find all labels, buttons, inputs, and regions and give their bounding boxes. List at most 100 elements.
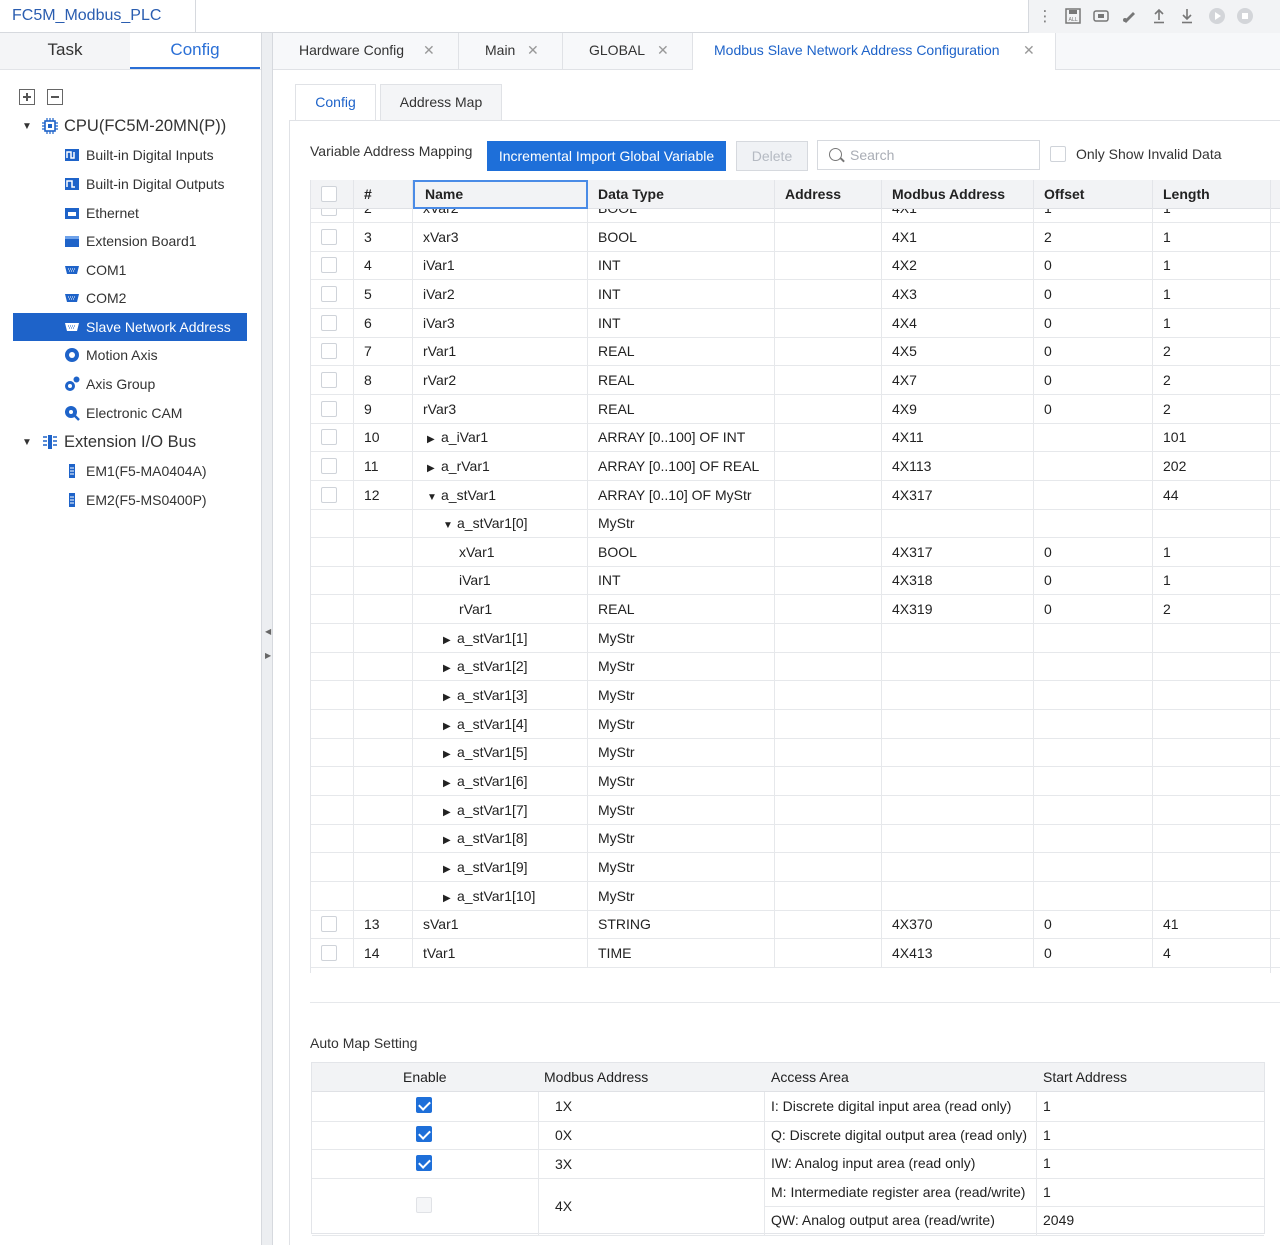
row-select-cell[interactable]: [311, 852, 354, 881]
row-checkbox[interactable]: [321, 457, 337, 474]
row-select-cell[interactable]: [311, 681, 354, 710]
tree-item-electronic-cam[interactable]: Electronic CAM: [64, 399, 182, 427]
row-select-cell[interactable]: [311, 537, 354, 566]
row-checkbox[interactable]: [321, 209, 337, 216]
caret-right-icon[interactable]: ▶: [443, 627, 457, 652]
row-checkbox[interactable]: [321, 429, 337, 446]
only-invalid-checkbox[interactable]: [1050, 146, 1066, 162]
row-checkbox[interactable]: [321, 228, 337, 245]
table-row[interactable]: 10 ▶ a_iVar1 ARRAY [0..100] OF INT 4X11 101: [311, 423, 1280, 453]
row-checkbox[interactable]: [321, 944, 337, 961]
row-select-cell[interactable]: [311, 709, 354, 738]
subtab-config[interactable]: Config: [295, 84, 376, 120]
expand-all-icon[interactable]: [19, 89, 35, 105]
caret-right-icon[interactable]: ▶: [427, 426, 441, 451]
tree-item-extension-board1[interactable]: Extension Board1: [64, 227, 197, 255]
enable-checkbox[interactable]: [416, 1097, 432, 1114]
row-select-cell[interactable]: [311, 938, 354, 967]
build-icon[interactable]: [1119, 6, 1139, 26]
caret-down-icon[interactable]: ▼: [427, 484, 441, 509]
row-select-cell[interactable]: [311, 308, 354, 337]
expand-right-icon[interactable]: ▶: [265, 651, 271, 660]
caret-down-icon[interactable]: ▼: [22, 121, 34, 132]
row-select-cell[interactable]: [311, 451, 354, 480]
row-select-cell[interactable]: [311, 209, 354, 222]
row-select-cell[interactable]: [311, 480, 354, 509]
header-offset[interactable]: Offset: [1034, 180, 1153, 209]
caret-right-icon[interactable]: ▶: [427, 455, 441, 480]
stop-icon[interactable]: [1235, 6, 1255, 26]
caret-right-icon[interactable]: ▶: [443, 770, 457, 795]
row-select-cell[interactable]: [311, 824, 354, 853]
row-checkbox[interactable]: [321, 371, 337, 388]
select-all-checkbox[interactable]: [321, 186, 337, 202]
row-select-cell[interactable]: [311, 767, 354, 795]
table-row[interactable]: 13 sVar1 STRING 4X370 0 41: [311, 910, 1280, 940]
start-address-cell[interactable]: 1: [1043, 1149, 1051, 1177]
header-name[interactable]: Name: [413, 180, 588, 209]
table-row[interactable]: 9 rVar3 REAL 4X9 0 2: [311, 394, 1280, 424]
caret-right-icon[interactable]: ▶: [443, 713, 457, 738]
row-checkbox[interactable]: [321, 916, 337, 933]
row-checkbox[interactable]: [321, 486, 337, 503]
caret-down-icon[interactable]: ▼: [22, 437, 34, 448]
start-address-cell[interactable]: 2049: [1043, 1206, 1074, 1234]
tree-item-builtin-outputs[interactable]: Built-in Digital Outputs: [64, 170, 225, 198]
caret-right-icon[interactable]: ▶: [443, 827, 457, 852]
table-row[interactable]: ▶ a_stVar1[4] MyStr: [311, 709, 1280, 739]
incremental-import-button[interactable]: Incremental Import Global Variable: [487, 141, 726, 171]
row-select-cell[interactable]: [311, 279, 354, 308]
row-select-cell[interactable]: [311, 423, 354, 452]
table-row[interactable]: iVar1 INT 4X318 0 1: [311, 566, 1280, 596]
caret-down-icon[interactable]: ▼: [443, 512, 457, 537]
tree-item-builtin-inputs[interactable]: Built-in Digital Inputs: [64, 141, 214, 169]
table-row[interactable]: xVar1 BOOL 4X317 0 1: [311, 537, 1280, 567]
row-select-cell[interactable]: [311, 881, 354, 910]
close-icon[interactable]: ✕: [527, 33, 539, 67]
row-select-cell[interactable]: [311, 795, 354, 824]
tree-item-em1[interactable]: EM1(F5-MA0404A): [64, 457, 207, 485]
tree-item-cpu[interactable]: ▼ CPU(FC5M-20MN(P)): [22, 112, 226, 140]
grip-icon[interactable]: ⋮: [1035, 6, 1055, 26]
close-icon[interactable]: ✕: [423, 33, 435, 67]
start-address-cell[interactable]: 1: [1043, 1121, 1051, 1149]
row-checkbox[interactable]: [321, 343, 337, 360]
header-num[interactable]: #: [354, 180, 413, 209]
save-all-icon[interactable]: ALL: [1063, 6, 1083, 26]
delete-button[interactable]: Delete: [736, 141, 808, 171]
row-select-cell[interactable]: [311, 595, 354, 624]
start-address-cell[interactable]: 1: [1043, 1092, 1051, 1120]
row-select-cell[interactable]: [311, 509, 354, 538]
tab-main[interactable]: Main ✕: [459, 33, 563, 69]
row-select-cell[interactable]: [311, 652, 354, 681]
row-select-cell[interactable]: [311, 365, 354, 394]
table-row[interactable]: 7 rVar1 REAL 4X5 0 2: [311, 337, 1280, 367]
tree-item-ethernet[interactable]: Ethernet: [64, 199, 139, 227]
table-row[interactable]: 14 tVar1 TIME 4X413 0 4: [311, 938, 1280, 968]
tree-item-slave-network-address[interactable]: Slave Network Address: [13, 313, 247, 341]
tree-item-com1[interactable]: COM1: [64, 256, 126, 284]
table-row[interactable]: 3 xVar3 BOOL 4X1 2 1: [311, 222, 1280, 252]
tab-global[interactable]: GLOBAL ✕: [563, 33, 693, 69]
caret-right-icon[interactable]: ▶: [443, 856, 457, 881]
table-row[interactable]: 8 rVar2 REAL 4X7 0 2: [311, 365, 1280, 395]
only-invalid-filter[interactable]: Only Show Invalid Data: [1050, 146, 1222, 162]
tab-modbus-slave-config[interactable]: Modbus Slave Network Address Configurati…: [693, 33, 1056, 70]
close-icon[interactable]: ✕: [1023, 33, 1035, 67]
enable-checkbox[interactable]: [416, 1154, 432, 1171]
tree-item-em2[interactable]: EM2(F5-MS0400P): [64, 486, 207, 514]
search-input[interactable]: [850, 145, 1030, 165]
table-row[interactable]: ▶ a_stVar1[10] MyStr: [311, 881, 1280, 911]
table-row[interactable]: 11 ▶ a_rVar1 ARRAY [0..100] OF REAL 4X113 202: [311, 451, 1280, 481]
row-checkbox[interactable]: [321, 400, 337, 417]
table-row[interactable]: 5 iVar2 INT 4X3 0 1: [311, 279, 1280, 309]
compile-icon[interactable]: [1091, 6, 1111, 26]
table-row[interactable]: ▶ a_stVar1[2] MyStr: [311, 652, 1280, 682]
close-icon[interactable]: ✕: [657, 33, 669, 67]
tree-item-motion-axis[interactable]: Motion Axis: [64, 341, 158, 369]
row-checkbox[interactable]: [321, 314, 337, 331]
caret-right-icon[interactable]: ▶: [443, 885, 457, 910]
caret-right-icon[interactable]: ▶: [443, 655, 457, 680]
row-select-cell[interactable]: [311, 623, 354, 652]
table-row[interactable]: 6 iVar3 INT 4X4 0 1: [311, 308, 1280, 338]
